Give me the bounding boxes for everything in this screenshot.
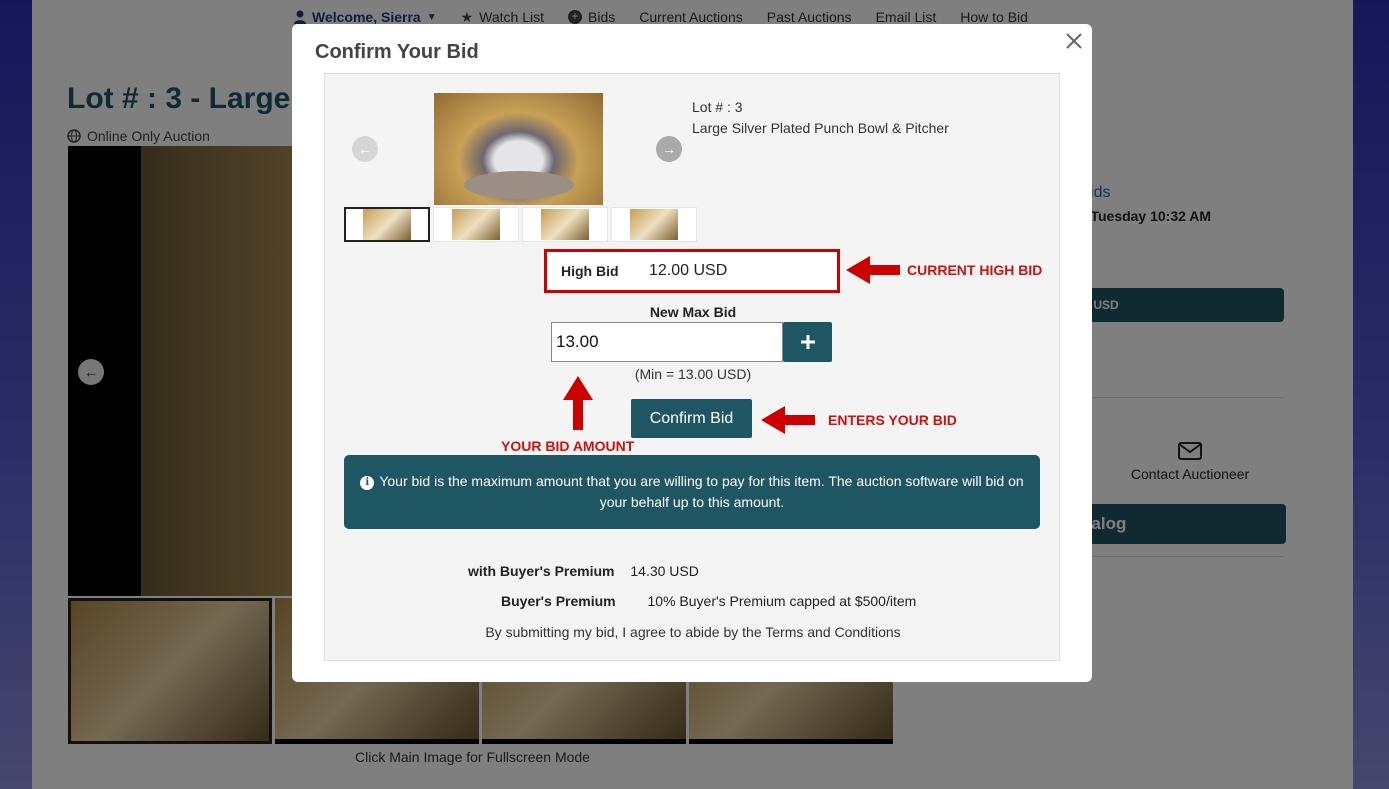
- info-icon: i: [360, 476, 375, 490]
- annotation-current-high-bid: CURRENT HIGH BID: [907, 262, 1043, 278]
- max-bid-input[interactable]: [551, 322, 783, 362]
- confirm-bid-button[interactable]: Confirm Bid: [631, 399, 752, 438]
- min-bid-text: (Min = 13.00 USD): [634, 366, 752, 382]
- modal-thumbnail[interactable]: [611, 207, 697, 242]
- high-bid-box: High Bid 12.00 USD: [544, 249, 840, 293]
- thumbnail-image: [452, 209, 500, 240]
- lot-image-plate: [464, 171, 574, 199]
- premium-total-label: with Buyer's Premium: [468, 563, 615, 579]
- terms-text: By submitting my bid, I agree to abide b…: [485, 624, 901, 640]
- high-bid-label: High Bid: [561, 263, 619, 279]
- annotation-arrow-up-icon: [563, 376, 593, 430]
- lot-info: Lot # : 3 Large Silver Plated Punch Bowl…: [692, 97, 949, 139]
- premium-rate-label: Buyer's Premium: [501, 593, 616, 609]
- new-max-bid-label: New Max Bid: [649, 304, 737, 320]
- premium-rate-value: 10% Buyer's Premium capped at $500/item: [647, 593, 917, 609]
- close-icon: [1066, 33, 1082, 49]
- premium-total-row: with Buyer's Premium 14.30 USD: [468, 563, 699, 579]
- plus-icon: [800, 335, 815, 349]
- modal-thumbnails: [344, 207, 700, 242]
- modal-thumbnail[interactable]: [522, 207, 608, 242]
- carousel-prev-button[interactable]: ←: [352, 136, 378, 162]
- annotation-your-bid-amount: YOUR BID AMOUNT: [501, 438, 635, 454]
- thumbnail-image: [363, 209, 411, 240]
- annotation-arrow-left-icon: [761, 406, 815, 434]
- premium-total-value: 14.30 USD: [630, 563, 699, 579]
- annotation-arrow-left-icon: [846, 256, 900, 284]
- carousel-next-button[interactable]: →: [656, 136, 682, 162]
- confirm-bid-modal: Confirm Your Bid ← → Lot # : 3 Large Sil…: [292, 24, 1092, 682]
- close-button[interactable]: [1064, 31, 1084, 51]
- arrow-left-icon: ←: [358, 141, 372, 157]
- premium-rate-row: Buyer's Premium 10% Buyer's Premium capp…: [501, 593, 916, 609]
- lot-image[interactable]: [434, 93, 603, 205]
- thumbnail-image: [541, 209, 589, 240]
- lot-name: Large Silver Plated Punch Bowl & Pitcher: [692, 120, 949, 136]
- thumbnail-image: [630, 209, 678, 240]
- bid-info-text: Your bid is the maximum amount that you …: [379, 473, 1024, 510]
- arrow-right-icon: →: [662, 141, 676, 157]
- modal-body: ← → Lot # : 3 Large Silver Plated Punch …: [324, 73, 1060, 661]
- modal-title: Confirm Your Bid: [315, 41, 479, 63]
- modal-thumbnail[interactable]: [344, 207, 430, 242]
- lot-number: Lot # : 3: [692, 99, 743, 115]
- modal-thumbnail[interactable]: [433, 207, 519, 242]
- increment-bid-button[interactable]: [783, 322, 832, 362]
- bid-info-alert: i Your bid is the maximum amount that you…: [344, 455, 1040, 529]
- annotation-enters-your-bid: ENTERS YOUR BID: [828, 412, 957, 428]
- high-bid-value: 12.00 USD: [649, 262, 728, 279]
